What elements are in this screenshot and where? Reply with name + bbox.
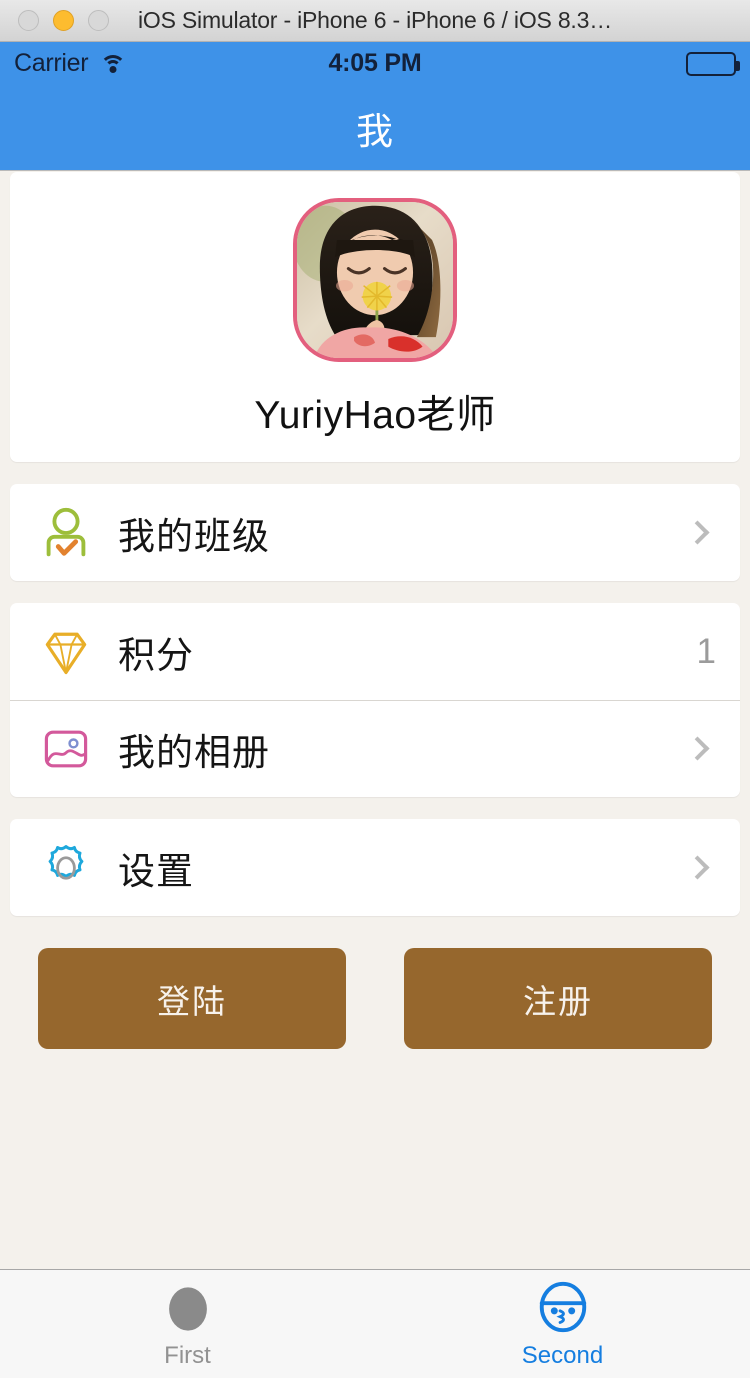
list-item-accessory xyxy=(685,736,716,761)
status-bar: Carrier 4:05 PM xyxy=(0,42,750,85)
traffic-lights xyxy=(18,10,109,31)
chevron-right-icon xyxy=(685,736,710,761)
zoom-icon[interactable] xyxy=(88,10,109,31)
face-icon xyxy=(534,1278,592,1336)
diamond-icon xyxy=(36,622,96,682)
tab-first-label: First xyxy=(164,1342,211,1369)
user-check-icon xyxy=(36,503,96,563)
tab-bar: First Second xyxy=(0,1269,750,1378)
window-title: iOS Simulator - iPhone 6 - iPhone 6 / iO… xyxy=(137,7,613,33)
tab-second[interactable]: Second xyxy=(375,1270,750,1378)
list-item-label: 我的班级 xyxy=(118,515,270,557)
minimize-icon[interactable] xyxy=(53,10,74,31)
list-item-label: 我的相册 xyxy=(118,731,270,773)
points-album-card: 积分 1 我的相册 xyxy=(10,603,740,797)
status-bar-right xyxy=(686,51,740,76)
content-scroll-area[interactable]: YuriyHao老师 我的班级 积分 1 我的相册 设置 登陆 注册 xyxy=(0,172,750,1269)
register-button[interactable]: 注册 xyxy=(404,948,712,1049)
tab-first[interactable]: First xyxy=(0,1270,375,1378)
points-value: 1 xyxy=(696,631,716,671)
circle-icon xyxy=(161,1278,215,1336)
list-item-label: 积分 xyxy=(118,634,194,676)
tab-second-label: Second xyxy=(521,1342,604,1369)
profile-card[interactable]: YuriyHao老师 xyxy=(10,172,740,462)
carrier-label: Carrier xyxy=(14,49,89,77)
profile-name: YuriyHao老师 xyxy=(254,394,496,437)
list-item-accessory xyxy=(685,520,716,545)
list-item-accessory xyxy=(685,855,716,880)
user-avatar-photo xyxy=(297,202,453,358)
ios-simulator-window: iOS Simulator - iPhone 6 - iPhone 6 / iO… xyxy=(0,0,750,1378)
chevron-right-icon xyxy=(685,855,710,880)
close-icon[interactable] xyxy=(18,10,39,31)
list-item-label: 设置 xyxy=(118,850,194,892)
wifi-icon xyxy=(99,54,127,74)
chevron-right-icon xyxy=(685,520,710,545)
login-button[interactable]: 登陆 xyxy=(38,948,346,1049)
battery-icon xyxy=(686,51,740,76)
photo-icon xyxy=(36,719,96,779)
list-item-accessory: 1 xyxy=(697,632,716,672)
list-item-my-class[interactable]: 我的班级 xyxy=(10,484,740,581)
auth-button-row: 登陆 注册 xyxy=(0,938,750,1049)
gear-icon xyxy=(36,838,96,898)
settings-card: 设置 xyxy=(10,819,740,916)
window-titlebar: iOS Simulator - iPhone 6 - iPhone 6 / iO… xyxy=(0,0,750,42)
list-item-points[interactable]: 积分 1 xyxy=(10,603,740,700)
navigation-bar: 我 xyxy=(0,85,750,171)
list-item-settings[interactable]: 设置 xyxy=(10,819,740,916)
list-item-album[interactable]: 我的相册 xyxy=(10,700,740,797)
my-class-card: 我的班级 xyxy=(10,484,740,581)
avatar[interactable] xyxy=(293,198,457,362)
page-title: 我 xyxy=(356,110,394,152)
status-bar-left: Carrier xyxy=(14,49,127,78)
